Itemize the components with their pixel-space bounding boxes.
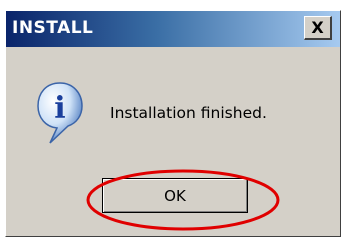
info-icon: i [37,82,83,144]
status-message: Installation finished. [110,104,267,122]
install-dialog: INSTALL X i Installation finished. OK [5,10,341,237]
close-button[interactable]: X [304,16,332,40]
window-title: INSTALL [12,18,94,38]
info-icon-letter: i [54,91,65,126]
highlight-oval [86,169,280,231]
title-bar[interactable]: INSTALL X [6,11,340,47]
